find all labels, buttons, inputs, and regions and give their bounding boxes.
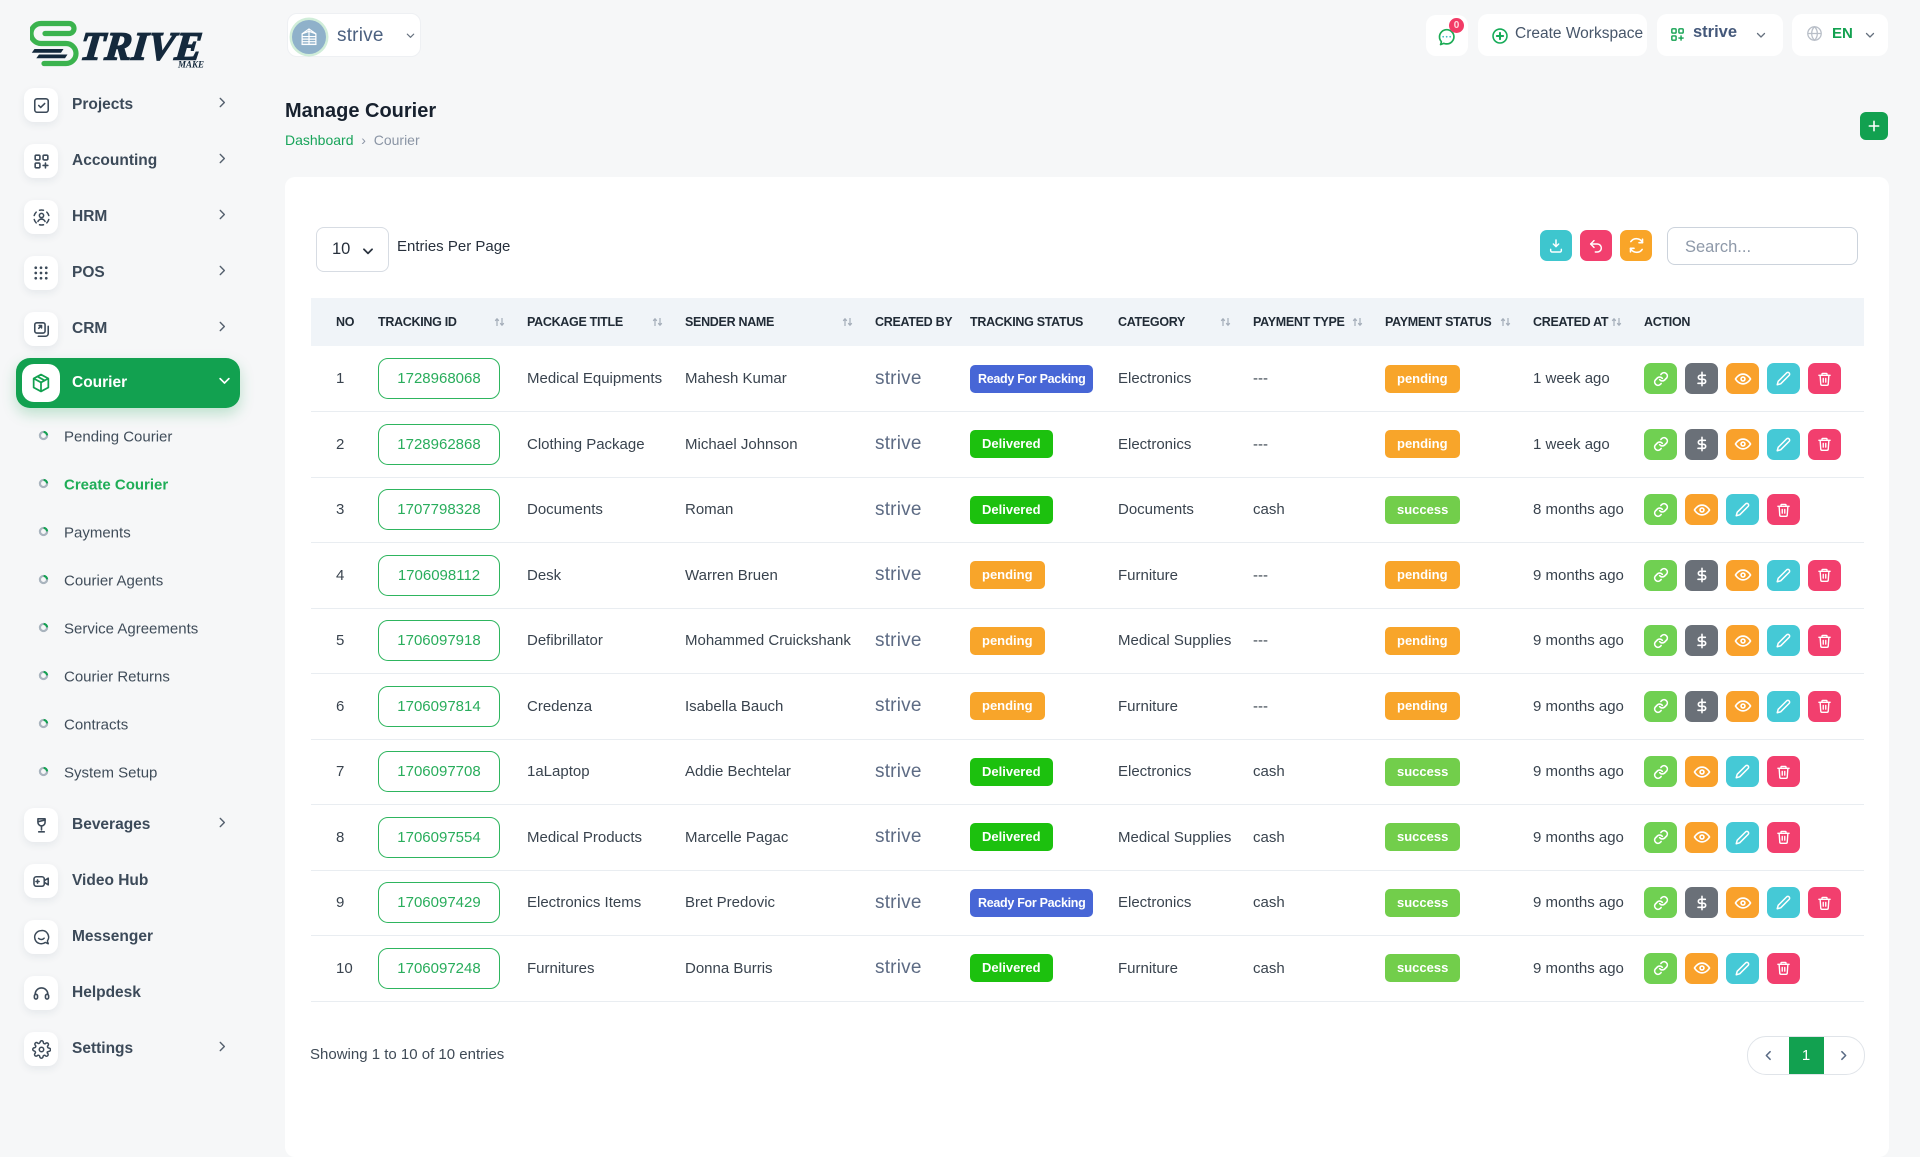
svg-text:MAKE: MAKE (177, 60, 204, 70)
